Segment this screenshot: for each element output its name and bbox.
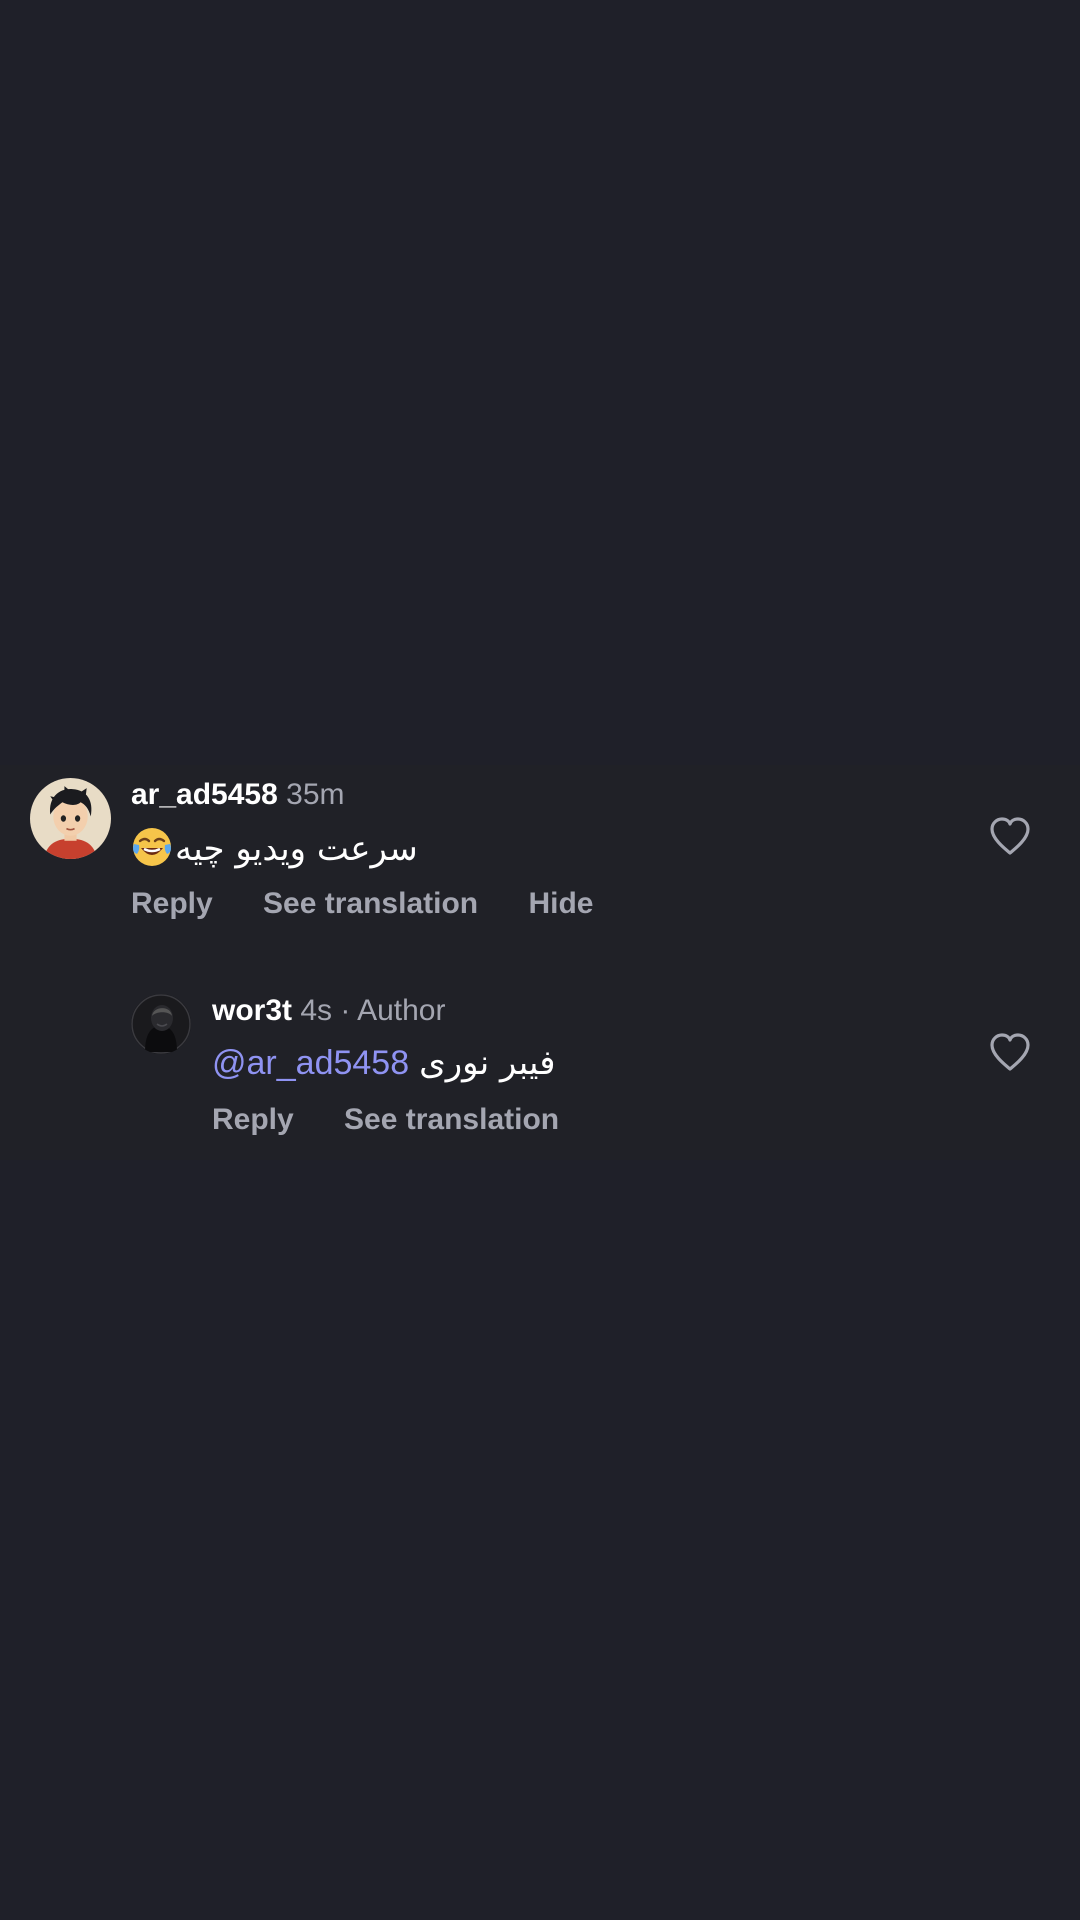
comment-text: سرعت ویدیو چیه <box>175 829 418 869</box>
reply-actions: Reply See translation <box>212 1102 601 1138</box>
comment-username[interactable]: ar_ad5458 <box>131 778 278 811</box>
reply-like-heart-icon[interactable] <box>988 1031 1032 1073</box>
hide-button[interactable]: Hide <box>528 887 593 920</box>
comment-actions: Reply See translation Hide <box>131 886 635 922</box>
comment-thread <box>0 765 1080 1160</box>
hooded-figure-avatar-icon <box>131 994 191 1054</box>
reply-text: فیبر نوری <box>419 1043 556 1083</box>
reply-see-translation-button[interactable]: See translation <box>344 1103 559 1136</box>
face-with-tears-of-joy-icon <box>131 826 173 868</box>
see-translation-button[interactable]: See translation <box>263 887 478 920</box>
anime-boy-avatar-icon <box>30 778 111 859</box>
reply-avatar[interactable] <box>131 994 191 1054</box>
mention-link[interactable]: @ar_ad5458 <box>212 1044 409 1082</box>
reply-header: wor3t 4s · Author <box>212 993 445 1029</box>
reply-username[interactable]: wor3t <box>212 994 292 1027</box>
comment-avatar[interactable] <box>30 778 111 859</box>
comment-time: 35m <box>286 778 345 811</box>
author-badge: Author <box>357 994 446 1027</box>
reply-body: @ar_ad5458 فیبر نوری <box>212 1042 556 1084</box>
reply-reply-button[interactable]: Reply <box>212 1103 294 1136</box>
reply-separator: · <box>340 994 351 1027</box>
reply-time: 4s <box>300 994 333 1027</box>
reply-button[interactable]: Reply <box>131 887 213 920</box>
like-heart-icon[interactable] <box>988 815 1032 857</box>
comment-body: سرعت ویدیو چیه <box>131 826 418 870</box>
comments-screen: ar_ad5458 35m سرعت ویدیو چیه Reply See t… <box>0 0 1080 1920</box>
comment-header: ar_ad5458 35m <box>131 777 345 813</box>
